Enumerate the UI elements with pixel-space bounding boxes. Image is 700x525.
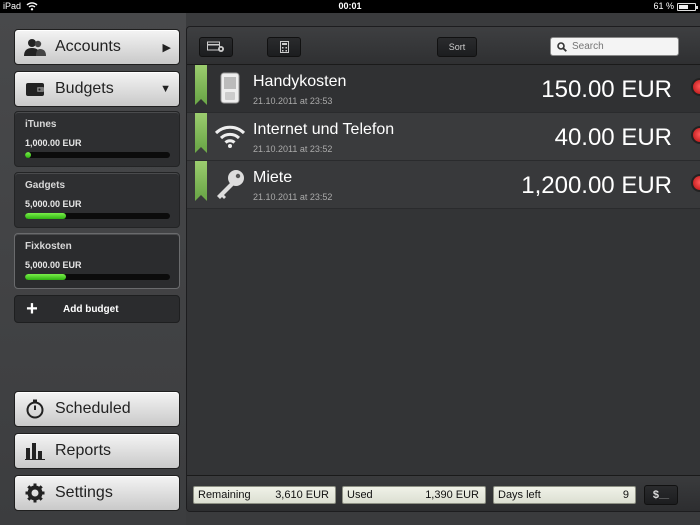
calculator-button[interactable] (267, 37, 301, 57)
scheduled-button[interactable]: Scheduled (14, 391, 180, 427)
transaction-title: Miete (253, 169, 293, 186)
users-icon (15, 30, 55, 64)
bar-chart-icon (15, 434, 55, 468)
search-icon (557, 41, 567, 52)
currency-button[interactable]: $___ (644, 485, 678, 505)
summary-bar: Remaining 3,610 EUR Used 1,390 EUR Days … (187, 475, 700, 511)
search-input[interactable] (572, 41, 672, 52)
settings-button[interactable]: Settings (14, 475, 180, 511)
phone-icon (213, 70, 247, 106)
calculator-icon (279, 41, 289, 53)
budget-amount: 1,000.00 EUR (25, 138, 82, 148)
search-field[interactable] (550, 37, 679, 56)
sort-button[interactable]: Sort (437, 37, 477, 57)
bookmark-ribbon-icon (195, 161, 207, 201)
scheduled-label: Scheduled (55, 400, 131, 417)
bookmark-ribbon-icon (195, 65, 207, 105)
sidebar: Accounts ▶ Budgets ▼ iTunes 1,000.00 EUR… (0, 13, 186, 525)
budget-progress-track (25, 274, 170, 280)
key-icon (213, 166, 247, 202)
wallet-icon (15, 72, 55, 106)
chevron-down-icon: ▼ (160, 83, 171, 95)
card-gear-icon (207, 41, 224, 52)
add-budget-label: Add budget (63, 303, 119, 315)
transaction-date: 21.10.2011 at 23:53 (253, 96, 333, 106)
gear-icon (15, 476, 55, 510)
delete-button[interactable] (691, 126, 700, 144)
transaction-title: Handykosten (253, 73, 347, 90)
stopwatch-icon (15, 392, 55, 426)
budget-progress-fill (25, 274, 66, 280)
budget-name: Fixkosten (25, 241, 72, 252)
transaction-amount: 40.00 EUR (554, 124, 672, 151)
budget-name: Gadgets (25, 180, 66, 191)
transaction-row-handykosten[interactable]: Handykosten 21.10.2011 at 23:53 150.00 E… (187, 65, 700, 113)
battery-percentage: 61 % (653, 1, 674, 11)
budget-progress-track (25, 213, 170, 219)
transaction-date: 21.10.2011 at 23:52 (253, 192, 333, 202)
battery-icon (677, 3, 698, 11)
used-summary: Used 1,390 EUR (342, 486, 486, 504)
transaction-row-miete[interactable]: Miete 21.10.2011 at 23:52 1,200.00 EUR (187, 161, 700, 209)
budgets-button[interactable]: Budgets ▼ (14, 71, 180, 107)
used-value: 1,390 EUR (425, 489, 479, 501)
accounts-label: Accounts (55, 38, 121, 55)
transaction-row-internet[interactable]: Internet und Telefon 21.10.2011 at 23:52… (187, 113, 700, 161)
bookmark-ribbon-icon (195, 113, 207, 153)
budget-progress-fill (25, 213, 66, 219)
budget-name: iTunes (25, 119, 57, 130)
days-left-summary: Days left 9 (493, 486, 636, 504)
card-settings-button[interactable] (199, 37, 233, 57)
remaining-label: Remaining (198, 489, 251, 501)
clock: 00:01 (338, 1, 362, 11)
chevron-right-icon: ▶ (162, 41, 171, 54)
budget-amount: 5,000.00 EUR (25, 199, 82, 209)
budget-card-itunes[interactable]: iTunes 1,000.00 EUR (14, 111, 180, 167)
delete-button[interactable] (691, 174, 700, 192)
accounts-button[interactable]: Accounts ▶ (14, 29, 180, 65)
plus-icon: + (26, 297, 38, 320)
days-left-label: Days left (498, 489, 541, 501)
status-bar: iPad 00:01 61 % (0, 0, 700, 13)
budget-card-gadgets[interactable]: Gadgets 5,000.00 EUR (14, 172, 180, 228)
settings-label: Settings (55, 484, 113, 501)
remaining-summary: Remaining 3,610 EUR (193, 486, 336, 504)
transaction-title: Internet und Telefon (253, 121, 395, 138)
budgets-label: Budgets (55, 80, 114, 97)
toolbar: Sort (187, 27, 700, 65)
budget-card-fixkosten[interactable]: Fixkosten 5,000.00 EUR (14, 233, 180, 289)
remaining-value: 3,610 EUR (275, 489, 329, 501)
transaction-amount: 1,200.00 EUR (521, 172, 672, 199)
budget-progress-fill (25, 152, 31, 158)
budget-progress-track (25, 152, 170, 158)
transactions-panel: Sort Handykosten 21.10.2011 at 23:53 150… (186, 26, 700, 512)
transaction-date: 21.10.2011 at 23:52 (253, 144, 333, 154)
budget-amount: 5,000.00 EUR (25, 260, 82, 270)
days-left-value: 9 (622, 489, 629, 501)
reports-button[interactable]: Reports (14, 433, 180, 469)
transaction-amount: 150.00 EUR (541, 76, 672, 103)
battery-level (679, 5, 689, 9)
used-label: Used (347, 489, 373, 501)
reports-label: Reports (55, 442, 112, 459)
dollar-icon: $___ (652, 489, 670, 501)
wifi-icon (213, 118, 247, 154)
delete-button[interactable] (691, 78, 700, 96)
add-budget-button[interactable]: + Add budget (14, 295, 180, 323)
